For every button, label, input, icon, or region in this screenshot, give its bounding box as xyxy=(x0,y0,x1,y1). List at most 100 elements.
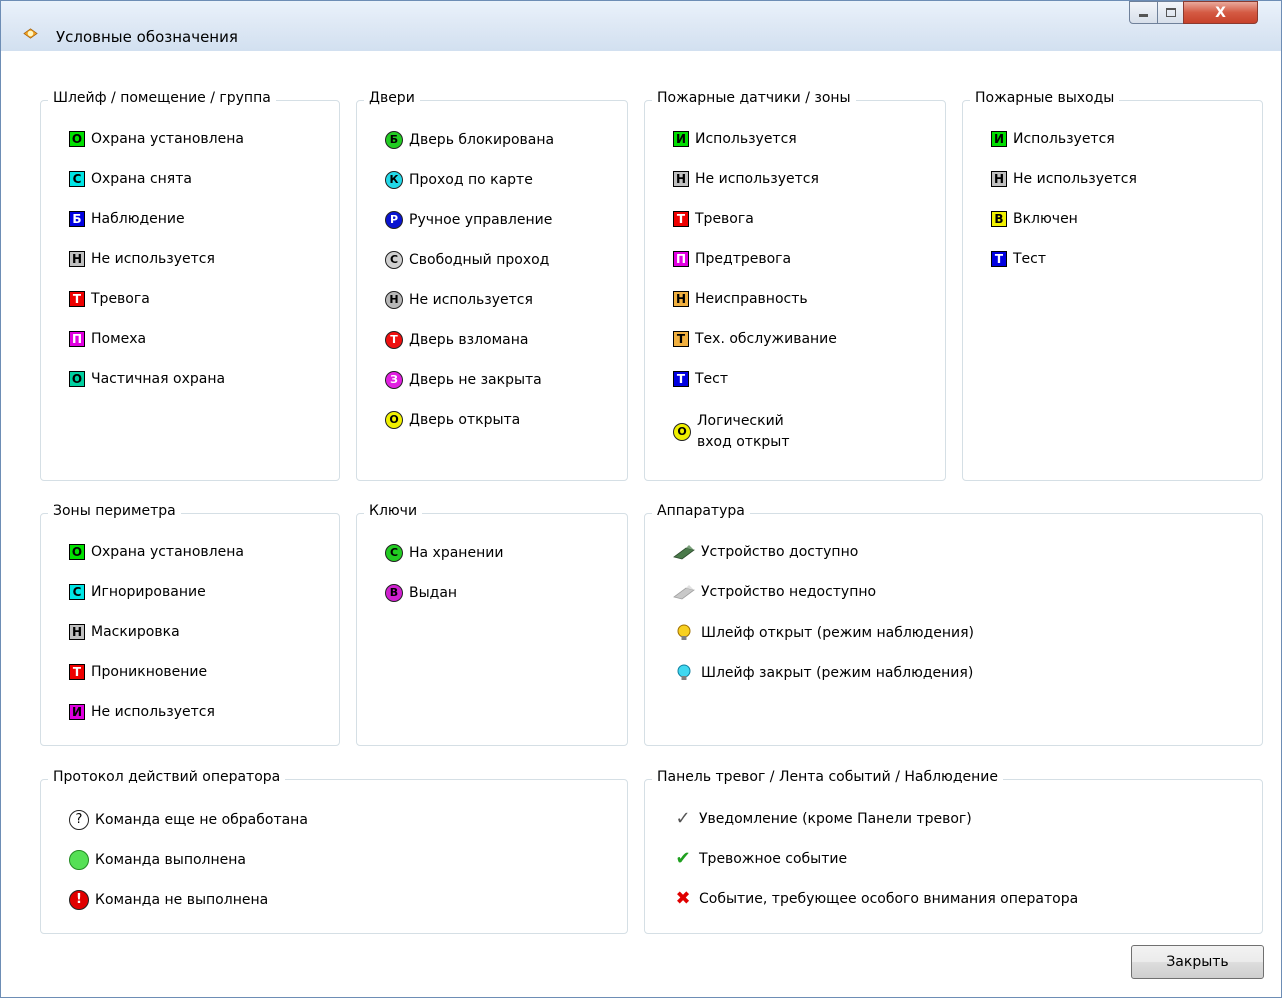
logic-input-line2: вход открыт xyxy=(697,434,790,450)
green-circle-icon xyxy=(69,850,89,870)
item-label: Тест xyxy=(695,371,729,387)
group-fire-sensors-title: Пожарные датчики / зоны xyxy=(652,90,856,106)
status-badge: И xyxy=(991,131,1007,147)
status-badge: С xyxy=(69,584,85,600)
status-badge: З xyxy=(385,371,403,389)
status-badge: П xyxy=(69,331,85,347)
checkmark-green-icon: ✔ xyxy=(675,848,691,869)
status-badge: Т xyxy=(69,291,85,307)
status-badge: Н xyxy=(673,291,689,307)
list-item: Н Не используется xyxy=(385,291,533,309)
item-label: Неисправность xyxy=(695,291,808,307)
list-item-device-available: Устройство доступно xyxy=(673,544,858,560)
list-item-attention-event: ✖ Событие, требующее особого внимания оп… xyxy=(673,890,1078,908)
list-item: Н Не используется xyxy=(673,171,819,187)
status-badge: Т xyxy=(673,371,689,387)
status-badge: Б xyxy=(385,131,403,149)
list-item: В Выдан xyxy=(385,584,457,602)
loop-open-label: Шлейф открыт (режим наблюдения) xyxy=(701,625,974,641)
status-badge: В xyxy=(385,584,403,602)
item-label: Тревога xyxy=(695,211,754,227)
status-badge: С xyxy=(69,171,85,187)
item-label: Тех. обслуживание xyxy=(695,331,837,347)
title-bar[interactable]: Условные обозначения X xyxy=(1,1,1281,51)
attention-event-label: Событие, требующее особого внимания опер… xyxy=(699,891,1079,907)
maximize-button[interactable] xyxy=(1157,1,1184,24)
logic-input-badge: О xyxy=(673,423,691,441)
group-operator-log: Протокол действий оператора ? Команда ещ… xyxy=(40,769,628,934)
question-icon: ? xyxy=(69,810,89,830)
minimize-button[interactable] xyxy=(1129,1,1158,24)
list-item: С Охрана снята xyxy=(69,171,192,187)
list-item: И Используется xyxy=(673,131,797,147)
cmd-pending-label: Команда еще не обработана xyxy=(95,812,308,828)
list-item: Т Тревога xyxy=(673,211,754,227)
bulb-cyan-icon xyxy=(677,664,691,680)
close-button[interactable]: Закрыть xyxy=(1131,945,1264,979)
status-badge: Н xyxy=(385,291,403,309)
list-item: Т Тревога xyxy=(69,291,150,307)
item-label: Не используется xyxy=(91,251,215,267)
item-label: Не используется xyxy=(409,292,533,308)
status-badge: Н xyxy=(673,171,689,187)
status-badge: И xyxy=(673,131,689,147)
list-item-logic-input: О Логический вход открыт xyxy=(673,411,790,453)
list-item: О Охрана установлена xyxy=(69,131,244,147)
close-window-button[interactable]: X xyxy=(1183,1,1258,24)
list-item: Н Не используется xyxy=(69,251,215,267)
item-label: Включен xyxy=(1013,211,1078,227)
list-item-cmd-done: Команда выполнена xyxy=(69,850,246,870)
close-icon: X xyxy=(1215,4,1226,21)
list-item: С Свободный проход xyxy=(385,251,549,269)
list-item-cmd-pending: ? Команда еще не обработана xyxy=(69,810,308,830)
window-title: Условные обозначения xyxy=(56,28,238,46)
status-badge: И xyxy=(69,704,85,720)
group-alarm-panel-title: Панель тревог / Лента событий / Наблюден… xyxy=(652,769,1003,785)
item-label: Используется xyxy=(695,131,797,147)
group-fire-exits-title: Пожарные выходы xyxy=(970,90,1120,106)
status-badge: Б xyxy=(69,211,85,227)
list-item: Т Дверь взломана xyxy=(385,331,528,349)
status-badge: Н xyxy=(69,251,85,267)
list-item: Н Маскировка xyxy=(69,624,180,640)
red-cross-icon: ✖ xyxy=(675,888,691,909)
device-unavailable-icon xyxy=(673,585,695,600)
item-label: Охрана установлена xyxy=(91,131,244,147)
list-item: Р Ручное управление xyxy=(385,211,552,229)
device-available-label: Устройство доступно xyxy=(701,544,859,560)
status-badge: В xyxy=(991,211,1007,227)
status-badge: С xyxy=(385,251,403,269)
list-item: К Проход по карте xyxy=(385,171,533,189)
item-label: Свободный проход xyxy=(409,252,550,268)
status-badge: Т xyxy=(991,251,1007,267)
item-label: Не используется xyxy=(91,704,215,720)
list-item: В Включен xyxy=(991,211,1078,227)
item-label: Дверь взломана xyxy=(409,332,529,348)
status-badge: О xyxy=(69,371,85,387)
status-badge: П xyxy=(673,251,689,267)
item-label: Не используется xyxy=(1013,171,1137,187)
list-item: З Дверь не закрыта xyxy=(385,371,542,389)
item-label: Игнорирование xyxy=(91,584,206,600)
status-badge: Т xyxy=(673,331,689,347)
status-badge: О xyxy=(385,411,403,429)
list-item: С Игнорирование xyxy=(69,584,206,600)
list-item: Т Тех. обслуживание xyxy=(673,331,837,347)
item-label: Маскировка xyxy=(91,624,180,640)
legend-window: Условные обозначения X Шлейф / помещение… xyxy=(0,0,1282,998)
exclamation-icon: ! xyxy=(69,890,89,910)
list-item: Н Неисправность xyxy=(673,291,808,307)
status-badge: Т xyxy=(69,664,85,680)
list-item-loop-open: Шлейф открыт (режим наблюдения) xyxy=(673,624,974,642)
status-badge: К xyxy=(385,171,403,189)
group-perimeter: Зоны периметра О Охрана установлена С Игнор… xyxy=(40,503,340,746)
item-label: На хранении xyxy=(409,545,504,561)
status-badge: О xyxy=(69,544,85,560)
item-label: Дверь не закрыта xyxy=(409,372,542,388)
list-item: Н Не используется xyxy=(991,171,1137,187)
group-doors: Двери Б Дверь блокирована К Проход по карте… xyxy=(356,90,628,481)
status-badge: Т xyxy=(385,331,403,349)
list-item-cmd-failed: ! Команда не выполнена xyxy=(69,890,268,910)
item-label: Не используется xyxy=(695,171,819,187)
list-item: П Помеха xyxy=(69,331,146,347)
